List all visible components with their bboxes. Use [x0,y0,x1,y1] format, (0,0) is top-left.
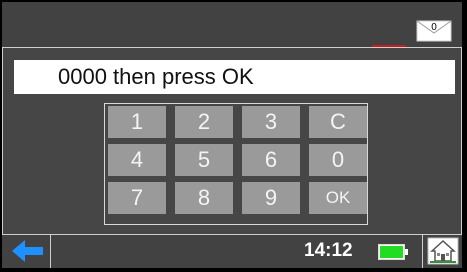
message-count: 0 [431,22,437,33]
keypad: 1 2 3 C 4 5 6 0 7 8 9 OK [104,103,368,225]
bottom-bar-divider [422,234,423,268]
battery-icon [378,244,408,260]
key-7[interactable]: 7 [108,182,166,214]
top-bar [2,2,462,48]
key-0[interactable]: 0 [309,144,367,176]
bottom-bar-divider [50,234,51,268]
screen: 0 0000 then press OK 1 2 3 C 4 5 6 0 7 8 9 OK 14:12 [0,0,467,272]
pin-prompt: 0000 then press OK [14,60,455,94]
key-9[interactable]: 9 [242,182,300,214]
key-3[interactable]: 3 [242,106,300,138]
back-button[interactable] [10,238,46,264]
key-2[interactable]: 2 [175,106,233,138]
key-8[interactable]: 8 [175,182,233,214]
key-6[interactable]: 6 [242,144,300,176]
key-5[interactable]: 5 [175,144,233,176]
home-button[interactable] [427,237,459,265]
key-clear[interactable]: C [309,106,367,138]
key-1[interactable]: 1 [108,106,166,138]
top-bar-indicator [372,45,406,47]
key-4[interactable]: 4 [108,144,166,176]
home-icon [427,237,459,265]
back-arrow-icon [12,240,43,262]
key-ok[interactable]: OK [309,182,367,214]
clock: 14:12 [304,240,353,261]
battery-level [380,246,403,258]
